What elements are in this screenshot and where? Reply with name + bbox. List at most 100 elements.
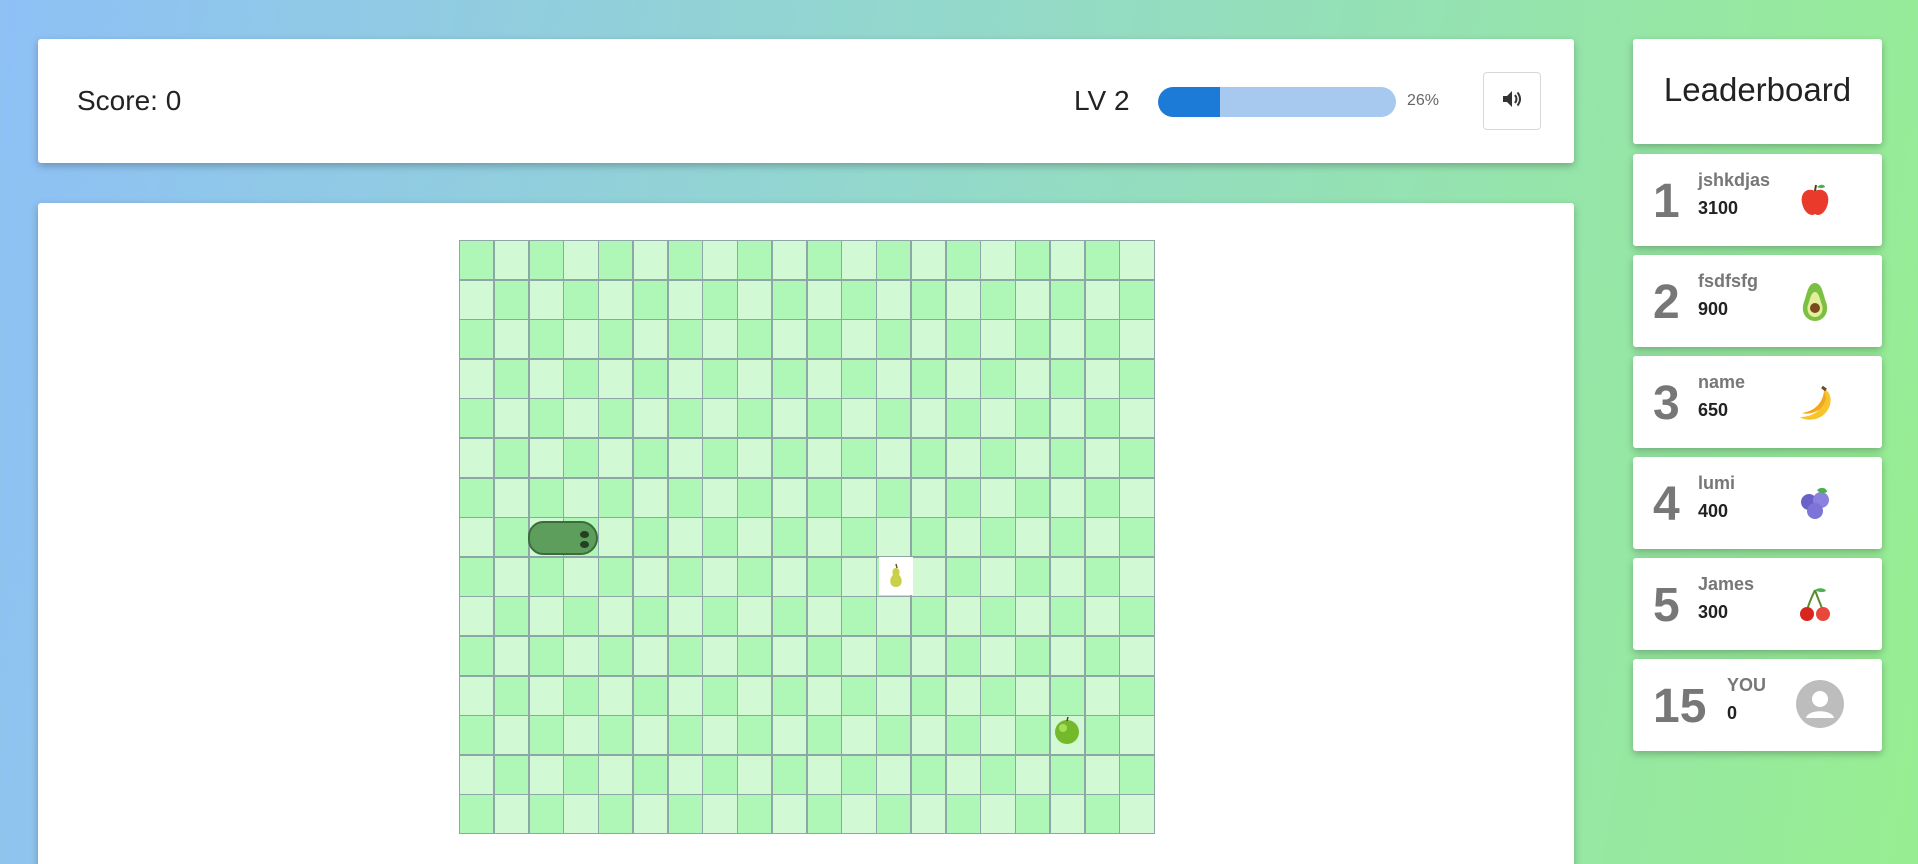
grid-cell bbox=[945, 517, 981, 558]
grid-cell bbox=[910, 715, 946, 756]
grid-cell bbox=[980, 517, 1016, 558]
grid-cell bbox=[737, 556, 773, 597]
grid-cell bbox=[702, 715, 738, 756]
grid-cell bbox=[876, 477, 912, 518]
grid-cell bbox=[563, 477, 599, 518]
grid-cell bbox=[1084, 240, 1120, 281]
grid-cell bbox=[771, 279, 807, 320]
entry-rank: 1 bbox=[1653, 175, 1680, 228]
grid-cell bbox=[528, 715, 564, 756]
grid-cell bbox=[1015, 754, 1051, 795]
entry-rank: 15 bbox=[1653, 680, 1707, 733]
grid-cell bbox=[598, 715, 634, 756]
grid-cell bbox=[841, 398, 877, 439]
grid-cell bbox=[563, 635, 599, 677]
grid-cell bbox=[876, 517, 912, 558]
grid-cell bbox=[876, 240, 912, 281]
grid-cell bbox=[563, 675, 599, 716]
grid-cell bbox=[945, 358, 981, 399]
level-progress-bar bbox=[1158, 87, 1396, 117]
grid-cell bbox=[667, 437, 703, 479]
grid-cell bbox=[1119, 675, 1155, 716]
grid-cell bbox=[563, 437, 599, 479]
grid-cell bbox=[493, 477, 529, 518]
leaderboard-entry: 4 lumi 400 bbox=[1633, 457, 1882, 549]
grid-cell bbox=[876, 437, 912, 479]
grid-cell bbox=[1119, 319, 1155, 360]
snake-eye bbox=[580, 541, 589, 548]
grid-cell bbox=[1119, 556, 1155, 597]
grid-cell bbox=[563, 556, 599, 597]
grid-cell bbox=[702, 319, 738, 360]
pear-icon bbox=[879, 557, 913, 595]
grid-cell bbox=[459, 398, 495, 439]
grid-cell bbox=[528, 437, 564, 479]
grid-cell bbox=[1119, 437, 1155, 479]
grid-cell bbox=[1049, 635, 1085, 677]
grid-cell bbox=[528, 358, 564, 399]
grid-cell bbox=[841, 596, 877, 637]
grid-cell bbox=[841, 754, 877, 795]
grid-cell bbox=[841, 358, 877, 399]
grid-cell bbox=[459, 715, 495, 756]
avocado-icon bbox=[1794, 281, 1836, 323]
grid-cell bbox=[632, 675, 668, 716]
grid-cell bbox=[528, 477, 564, 518]
grid-cell bbox=[632, 477, 668, 518]
game-board[interactable] bbox=[38, 203, 1574, 864]
grid-cell bbox=[945, 279, 981, 320]
grid-cell bbox=[702, 477, 738, 518]
sound-toggle-button[interactable] bbox=[1483, 72, 1541, 130]
grid-cell bbox=[1049, 398, 1085, 439]
grid-cell bbox=[910, 279, 946, 320]
grid-cell bbox=[459, 675, 495, 716]
grid-cell bbox=[945, 556, 981, 597]
grid-cell bbox=[841, 556, 877, 597]
grid-cell bbox=[1049, 477, 1085, 518]
entry-rank: 2 bbox=[1653, 276, 1680, 329]
grid-cell bbox=[806, 517, 842, 558]
grid-cell bbox=[1049, 517, 1085, 558]
grid-cell bbox=[910, 556, 946, 597]
grid-cell bbox=[667, 240, 703, 281]
grid-cell bbox=[702, 358, 738, 399]
grid-cell bbox=[1084, 517, 1120, 558]
entry-score: 650 bbox=[1698, 400, 1729, 420]
grid-cell bbox=[980, 398, 1016, 439]
grid-cell bbox=[702, 437, 738, 479]
level-label: LV 2 bbox=[1074, 85, 1130, 116]
grid-cell bbox=[667, 477, 703, 518]
grid-cell bbox=[1049, 358, 1085, 399]
grid-cell bbox=[737, 477, 773, 518]
grid-cell bbox=[980, 319, 1016, 360]
grid-cell bbox=[563, 398, 599, 439]
grid-cell bbox=[528, 675, 564, 716]
grid-cell bbox=[528, 279, 564, 320]
grid-cell bbox=[945, 319, 981, 360]
grid-cell bbox=[945, 596, 981, 637]
grid-cell bbox=[667, 517, 703, 558]
entry-name: fsdfsfg bbox=[1698, 271, 1758, 291]
grid-cell bbox=[598, 675, 634, 716]
grid-cell bbox=[632, 556, 668, 597]
grid-cell bbox=[771, 240, 807, 281]
leaderboard-title: Leaderboard bbox=[1663, 71, 1852, 108]
grid-cell bbox=[910, 319, 946, 360]
grid-cell bbox=[1049, 794, 1085, 835]
grid-cell bbox=[737, 240, 773, 281]
grid-cell bbox=[459, 279, 495, 320]
grid-cell bbox=[598, 556, 634, 597]
grid-cell bbox=[1049, 240, 1085, 281]
grid-cell bbox=[1015, 279, 1051, 320]
apple-icon bbox=[1794, 180, 1836, 222]
grid-cell bbox=[1015, 556, 1051, 597]
grid-cell bbox=[1049, 675, 1085, 716]
grid-cell bbox=[528, 319, 564, 360]
grid-cell bbox=[876, 794, 912, 835]
grid-cell bbox=[1015, 635, 1051, 677]
grid-cell bbox=[806, 635, 842, 677]
grid-cell bbox=[945, 794, 981, 835]
grid-cell bbox=[667, 715, 703, 756]
grid-cell bbox=[910, 477, 946, 518]
grid-cell bbox=[980, 635, 1016, 677]
